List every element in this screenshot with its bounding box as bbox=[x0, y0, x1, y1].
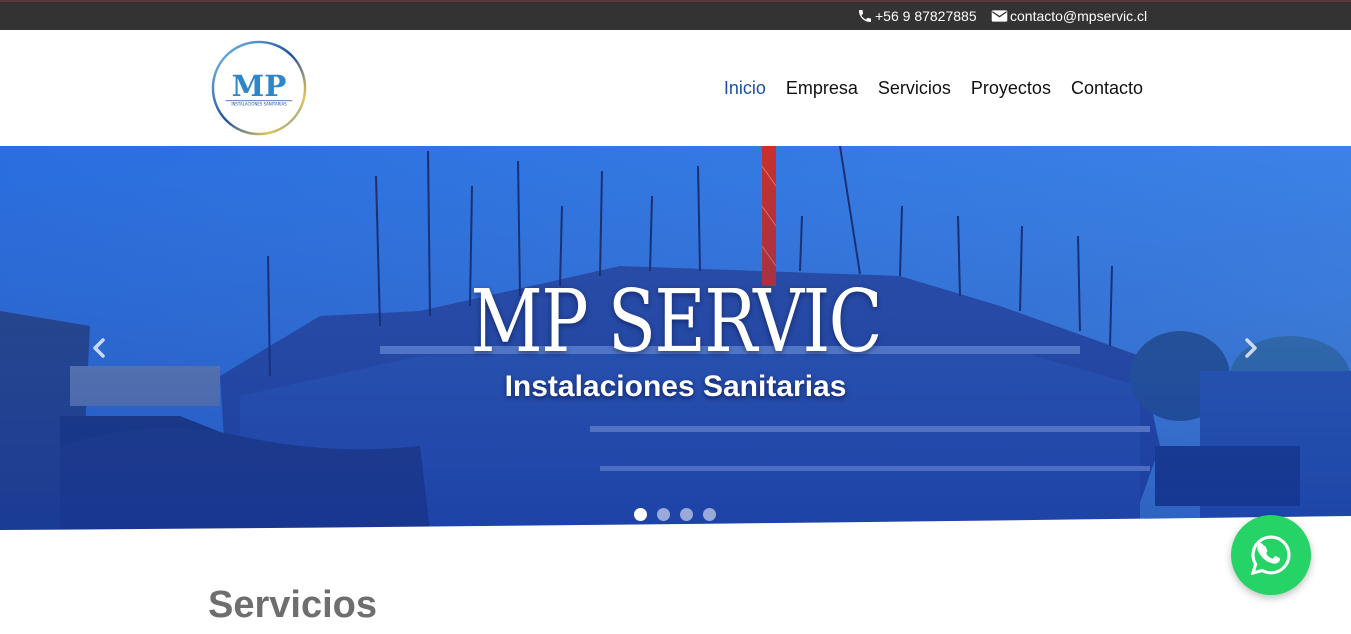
topbar-email[interactable]: contacto@mpservic.cl bbox=[991, 8, 1147, 24]
envelope-icon bbox=[991, 10, 1008, 22]
nav-empresa[interactable]: Empresa bbox=[786, 78, 858, 99]
nav-servicios[interactable]: Servicios bbox=[878, 78, 951, 99]
hero-title: MP SERVIC bbox=[470, 272, 883, 372]
top-bar: +56 9 87827885 contacto@mpservic.cl bbox=[0, 0, 1351, 30]
nav-proyectos[interactable]: Proyectos bbox=[971, 78, 1051, 99]
slide-dot-1[interactable] bbox=[634, 508, 647, 521]
email-address: contacto@mpservic.cl bbox=[1010, 8, 1148, 24]
phone-number: +56 9 87827885 bbox=[875, 8, 977, 24]
nav-inicio[interactable]: Inicio bbox=[724, 78, 766, 99]
slider-pagination bbox=[634, 508, 716, 521]
whatsapp-button[interactable] bbox=[1231, 515, 1311, 595]
nav-contacto[interactable]: Contacto bbox=[1071, 78, 1143, 99]
slide-dot-4[interactable] bbox=[703, 508, 716, 521]
hero-subtitle: Instalaciones Sanitarias bbox=[504, 370, 847, 403]
logo-initials: MP bbox=[232, 68, 287, 103]
slide-dot-2[interactable] bbox=[657, 508, 670, 521]
chevron-left-icon[interactable] bbox=[88, 336, 112, 360]
company-logo[interactable]: MP INSTALACIONES SANITARIAS bbox=[210, 39, 308, 137]
logo-tagline: INSTALACIONES SANITARIAS bbox=[231, 102, 287, 107]
site-header: MP INSTALACIONES SANITARIAS Inicio Empre… bbox=[0, 30, 1351, 146]
phone-icon bbox=[859, 10, 871, 22]
slide-dot-3[interactable] bbox=[680, 508, 693, 521]
topbar-phone[interactable]: +56 9 87827885 bbox=[857, 8, 977, 24]
chevron-right-icon[interactable] bbox=[1238, 336, 1262, 360]
section-title: Servicios bbox=[208, 584, 377, 626]
main-nav: Inicio Empresa Servicios Proyectos Conta… bbox=[724, 78, 1143, 99]
whatsapp-icon bbox=[1250, 535, 1291, 576]
